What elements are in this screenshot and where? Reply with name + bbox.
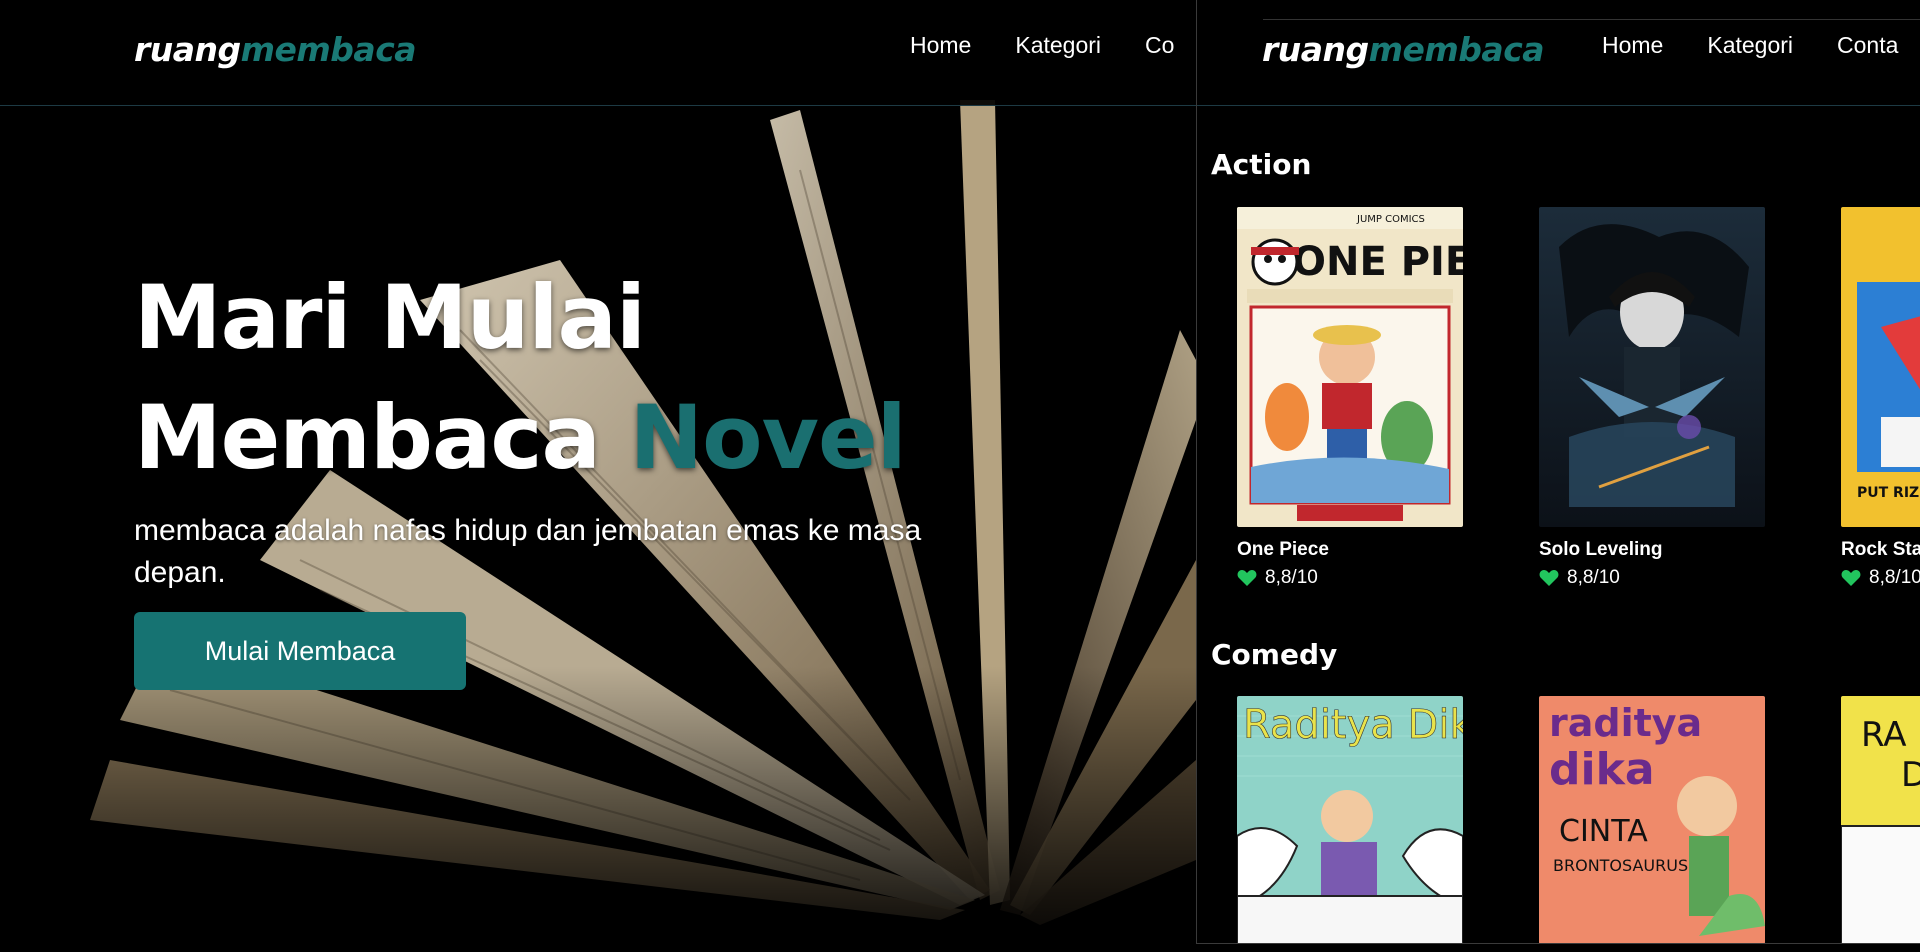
book-card-rock-star[interactable]: PUT RIZKI Rock Star 8,8/10	[1841, 207, 1920, 589]
nav-links: Home Kategori Co	[910, 32, 1174, 59]
svg-text:D: D	[1901, 755, 1920, 795]
svg-text:RA: RA	[1861, 715, 1907, 755]
book-card-one-piece[interactable]: JUMP COMICS ONE PIECE One Piece 8,8/10	[1237, 207, 1463, 589]
book-card-comedy-2[interactable]: raditya dika CINTA BRONTOSAURUS	[1539, 696, 1765, 943]
hero-title: Mari Mulai Membaca Novel	[134, 266, 907, 489]
heart-icon	[1539, 570, 1559, 586]
book-cover[interactable]: RA D	[1841, 696, 1920, 943]
svg-text:CINTA: CINTA	[1559, 814, 1648, 849]
hero-title-accent: Novel	[629, 386, 907, 489]
svg-text:BRONTOSAURUS: BRONTOSAURUS	[1553, 856, 1688, 875]
heart-icon	[1841, 570, 1861, 586]
site-logo-2[interactable]: ruangmembaca	[1262, 30, 1545, 69]
nav-home[interactable]: Home	[910, 32, 971, 59]
nav-kategori-2[interactable]: Kategori	[1707, 32, 1793, 59]
site-logo[interactable]: ruangmembaca	[134, 30, 417, 69]
start-reading-button[interactable]: Mulai Membaca	[134, 612, 466, 690]
svg-text:raditya: raditya	[1549, 701, 1702, 745]
svg-text:dika: dika	[1549, 744, 1655, 795]
book-cover[interactable]: Raditya Dika	[1237, 696, 1463, 943]
cover-text: Raditya Dika	[1243, 702, 1463, 748]
book-title[interactable]: Solo Leveling	[1539, 539, 1765, 561]
book-cover[interactable]: PUT RIZKI	[1841, 207, 1920, 527]
heart-icon	[1237, 570, 1257, 586]
book-title[interactable]: One Piece	[1237, 539, 1463, 561]
category-window: ruangmembaca Home Kategori Conta Action …	[1196, 0, 1920, 944]
cover-text: PUT RIZKI	[1857, 485, 1920, 501]
book-title[interactable]: Rock Star	[1841, 539, 1920, 561]
book-cover[interactable]	[1539, 207, 1765, 527]
book-cover[interactable]: raditya dika CINTA BRONTOSAURUS	[1539, 696, 1765, 943]
nav-contact[interactable]: Co	[1145, 32, 1174, 59]
book-card-comedy-3[interactable]: RA D	[1841, 696, 1920, 943]
book-card-solo-leveling[interactable]: Solo Leveling 8,8/10	[1539, 207, 1765, 589]
landing-window: ruangmembaca Home Kategori Co Mari Mulai…	[0, 0, 1196, 952]
book-rating: 8,8/10	[1237, 567, 1463, 589]
nav-links-2: Home Kategori Conta	[1602, 32, 1898, 59]
divider	[1263, 19, 1920, 20]
nav-home-2[interactable]: Home	[1602, 32, 1663, 59]
cover-text: ONE PIECE	[1292, 239, 1463, 285]
book-rating: 8,8/10	[1539, 567, 1765, 589]
svg-text:JUMP COMICS: JUMP COMICS	[1356, 214, 1425, 225]
book-card-comedy-1[interactable]: Raditya Dika	[1237, 696, 1463, 943]
nav-contact-2[interactable]: Conta	[1837, 32, 1898, 59]
section-title-action: Action	[1211, 148, 1312, 181]
top-navbar: ruangmembaca Home Kategori Co	[0, 0, 1196, 106]
nav-kategori[interactable]: Kategori	[1015, 32, 1101, 59]
book-rating: 8,8/10	[1841, 567, 1920, 589]
section-title-comedy: Comedy	[1211, 638, 1338, 671]
book-cover[interactable]: JUMP COMICS ONE PIECE	[1237, 207, 1463, 527]
top-navbar-2: ruangmembaca Home Kategori Conta	[1197, 0, 1920, 106]
hero-subtitle: membaca adalah nafas hidup dan jembatan …	[134, 514, 922, 589]
